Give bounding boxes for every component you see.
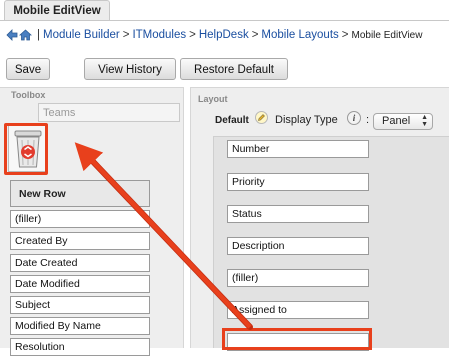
drag-arrow-icon — [74, 142, 253, 330]
